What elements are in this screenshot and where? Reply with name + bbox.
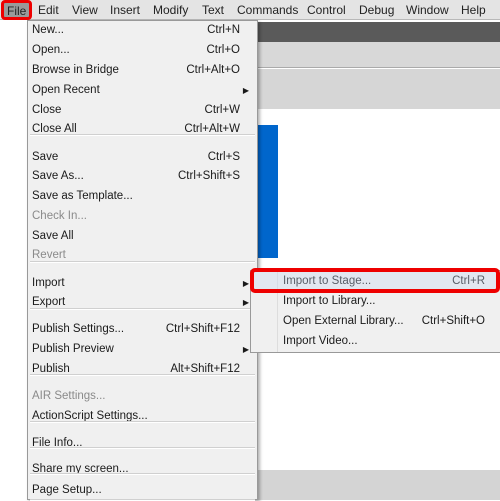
menu-commands[interactable]: Commands	[233, 0, 302, 20]
menu-item-shortcut: Ctrl+N	[207, 24, 240, 36]
menu-text[interactable]: Text	[198, 0, 228, 20]
file-menu-item[interactable]: Page Setup...	[28, 481, 257, 500]
file-menu-item[interactable]: Publish Preview ▶	[28, 340, 257, 359]
menu-item-shortcut: Ctrl+Alt+W	[184, 123, 240, 135]
menu-item-label: Import Video...	[283, 335, 358, 347]
menu-item-shortcut: Ctrl+O	[206, 44, 240, 56]
file-menu-item[interactable]: Save All	[28, 227, 257, 246]
menu-control[interactable]: Control	[303, 0, 350, 20]
menu-bar: File Edit View Insert Modify Text Commands Cont…	[0, 0, 500, 20]
menu-separator	[30, 473, 255, 475]
menu-edit[interactable]: Edit	[34, 0, 63, 20]
file-menu-item[interactable]: Check In...	[28, 207, 257, 226]
file-menu-item[interactable]: Save as Template...	[28, 187, 257, 206]
file-menu-item[interactable]: Save As... Ctrl+Shift+S	[28, 167, 257, 186]
menu-item-label: Save All	[32, 230, 74, 242]
submenu-arrow-icon: ▶	[242, 279, 249, 288]
submenu-arrow-icon: ▶	[242, 345, 249, 354]
menu-window[interactable]: Window	[402, 0, 453, 20]
menu-separator	[30, 421, 255, 423]
menu-modify[interactable]: Modify	[149, 0, 192, 20]
menu-item-label: New...	[32, 24, 64, 36]
edit-bar	[258, 69, 500, 109]
menu-item-label: Save	[32, 151, 59, 163]
panel-header	[258, 22, 500, 42]
menu-item-label: Browse in Bridge	[32, 64, 119, 76]
menu-item-label: Check In...	[32, 210, 87, 222]
menu-item-label: Close	[32, 104, 62, 116]
submenu-arrow-icon: ▶	[242, 86, 249, 95]
menu-help[interactable]: Help	[457, 0, 490, 20]
menu-separator	[30, 447, 255, 449]
menu-item-label: AIR Settings...	[32, 390, 106, 402]
menu-item-label: Page Setup...	[32, 484, 102, 496]
timeline-area	[258, 470, 500, 500]
file-menu-item[interactable]: Import ▶	[28, 274, 257, 293]
menu-item-shortcut: Ctrl+Shift+O	[421, 315, 485, 327]
import-submenu-item[interactable]: Import Video...	[251, 332, 499, 351]
menu-item-label: Save As...	[32, 170, 84, 182]
file-menu-item[interactable]: ActionScript Settings...	[28, 407, 257, 426]
menu-separator	[30, 134, 255, 136]
menu-item-shortcut: Ctrl+Shift+S	[178, 170, 240, 182]
menu-debug[interactable]: Debug	[355, 0, 398, 20]
menu-item-label: Open Recent	[32, 84, 100, 96]
menu-separator	[30, 308, 255, 310]
file-menu-item[interactable]: File Info...	[28, 434, 257, 453]
import-submenu-item[interactable]: Import to Library...	[251, 292, 499, 311]
menu-item-shortcut: Ctrl+S	[207, 151, 240, 163]
menu-item-label: Publish Settings...	[32, 323, 125, 335]
toolbar	[258, 42, 500, 68]
file-menu-item[interactable]: Browse in Bridge Ctrl+Alt+O	[28, 61, 257, 80]
menu-item-shortcut: Ctrl+Shift+F12	[165, 323, 240, 335]
file-menu-item[interactable]: Save Ctrl+S	[28, 148, 257, 167]
file-menu-item[interactable]: Publish Settings... Ctrl+Shift+F12	[28, 320, 257, 339]
menu-item-shortcut: Ctrl+Alt+O	[186, 64, 240, 76]
menu-insert[interactable]: Insert	[106, 0, 144, 20]
menu-item-label: Export	[32, 296, 66, 308]
menu-view[interactable]: View	[68, 0, 102, 20]
menu-item-label: Import	[32, 277, 65, 289]
file-menu-item[interactable]: Open Recent ▶	[28, 81, 257, 100]
menu-item-shortcut: Alt+Shift+F12	[170, 363, 240, 375]
menu-separator	[30, 374, 255, 376]
highlight-box	[250, 268, 500, 293]
file-menu-item[interactable]: New... Ctrl+N	[28, 21, 257, 40]
file-menu-item[interactable]: Close Ctrl+W	[28, 101, 257, 120]
import-submenu-item[interactable]: Open External Library... Ctrl+Shift+O	[251, 312, 499, 331]
menu-separator	[30, 261, 255, 263]
menu-item-label: Open...	[32, 44, 70, 56]
stage-shape	[258, 125, 278, 258]
menu-item-label: Revert	[32, 249, 66, 261]
file-menu-item[interactable]: Close All Ctrl+Alt+W	[28, 120, 257, 139]
menu-file[interactable]: File	[1, 0, 33, 20]
file-menu-item[interactable]: Open... Ctrl+O	[28, 41, 257, 60]
file-menu-item[interactable]: AIR Settings...	[28, 387, 257, 406]
menu-item-label: Import to Library...	[283, 295, 376, 307]
menu-item-label: Open External Library...	[283, 315, 404, 327]
file-menu-item[interactable]: Publish Alt+Shift+F12	[28, 360, 257, 379]
menu-item-label: Save as Template...	[32, 190, 133, 202]
file-menu: New... Ctrl+N Open... Ctrl+O Browse in Bridg…	[27, 20, 258, 501]
menu-item-label: Publish Preview	[32, 343, 114, 355]
file-menu-item[interactable]: Share my screen...	[28, 460, 257, 479]
menu-item-shortcut: Ctrl+W	[204, 104, 240, 116]
